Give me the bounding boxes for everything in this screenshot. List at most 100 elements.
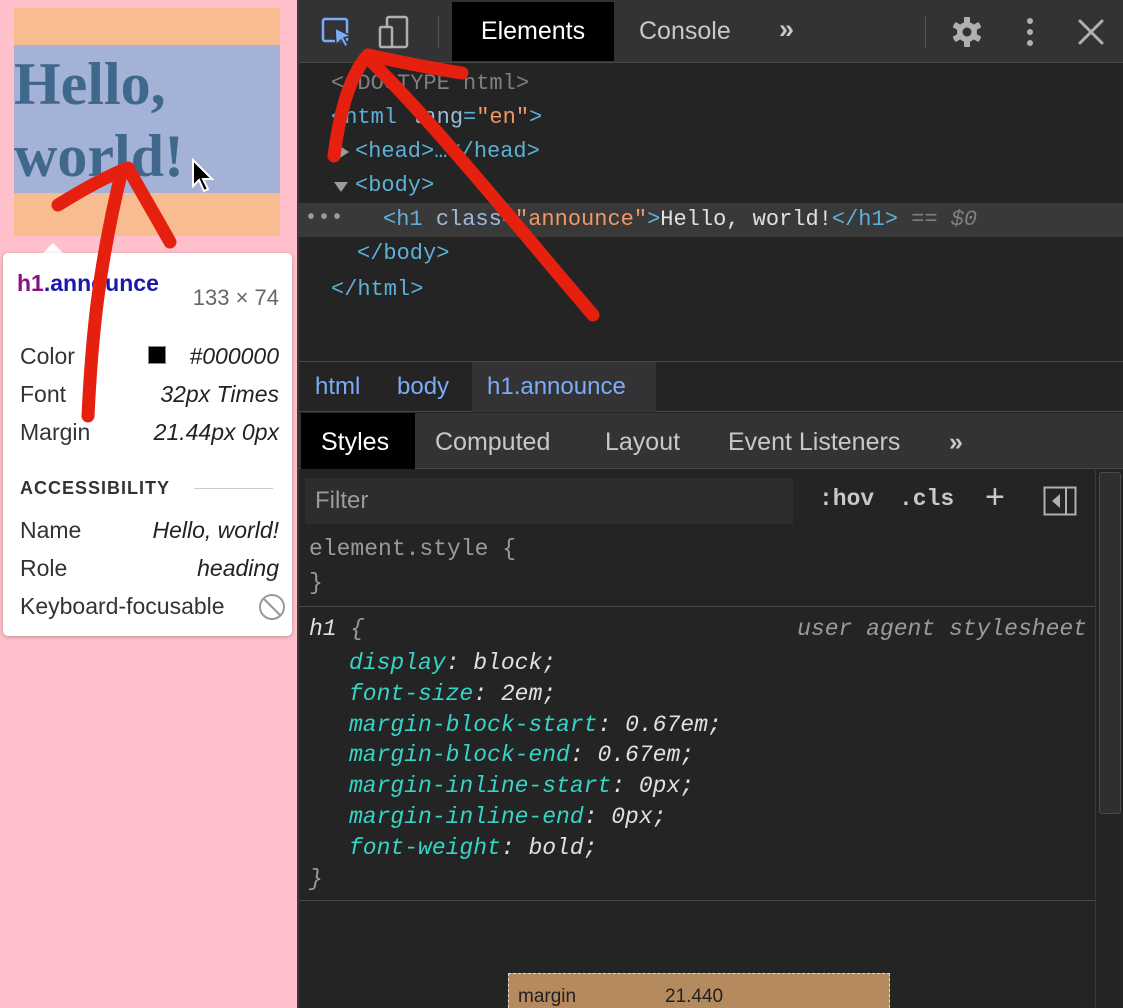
html-close-tag: </html> <box>331 277 424 302</box>
toolbar-divider <box>925 16 926 48</box>
tooltip-color-value: #000000 <box>189 343 279 369</box>
styles-scrollbar-thumb[interactable] <box>1099 472 1121 814</box>
body-open-tag: <body> <box>355 173 435 198</box>
tooltip-selector-tag: h1 <box>17 270 44 296</box>
more-subtabs-chevron-icon[interactable]: » <box>949 428 963 457</box>
tab-layout[interactable]: Layout <box>605 428 680 457</box>
dom-head-node[interactable]: <head>…</head> <box>355 139 540 164</box>
declaration-value: 2em <box>500 681 543 707</box>
h1-selector-text: h1 <box>309 616 337 642</box>
declaration-property: font-size <box>349 681 474 707</box>
dom-html-node[interactable]: <html lang="en"> <box>331 105 542 130</box>
not-focusable-icon <box>259 594 285 620</box>
toolbar-divider <box>438 16 439 48</box>
rule-divider <box>299 900 1095 901</box>
breadcrumb-body[interactable]: body <box>397 373 449 401</box>
selected-node-marker: == $0 <box>911 207 978 232</box>
breadcrumb-html[interactable]: html <box>315 373 360 401</box>
devtools-panel: Elements Console » <!DOCTYPE html> <html… <box>297 0 1123 1008</box>
tab-computed[interactable]: Computed <box>435 428 550 457</box>
styles-pane: element.style { } h1 { user agent styles… <box>299 532 1095 1008</box>
declaration-value: 0px <box>638 773 681 799</box>
node-actions-ellipsis[interactable]: ••• <box>305 207 344 230</box>
element-style-selector[interactable]: element.style { <box>309 536 516 562</box>
accessibility-divider <box>194 488 273 489</box>
tooltip-font-value: 32px Times <box>160 381 279 407</box>
breadcrumb-h1[interactable]: h1.announce <box>487 373 626 401</box>
accessibility-heading: ACCESSIBILITY <box>20 478 171 498</box>
dom-body-close[interactable]: </body> <box>357 241 449 266</box>
styles-subtabs: Styles Computed Layout Event Listeners » <box>299 413 1123 469</box>
html-attr-value: "en" <box>476 105 530 130</box>
close-icon[interactable] <box>1073 14 1109 50</box>
h1-open-tag: <h1 <box>383 207 423 232</box>
rule-source[interactable]: user agent stylesheet <box>797 616 1087 642</box>
declaration-property: margin-inline-start <box>349 773 612 799</box>
box-model-margin-value[interactable]: 21.440 <box>665 986 723 1008</box>
page-preview: Hello, world! h1.announce 133 × 74 Color… <box>0 0 297 1008</box>
toggle-sidebar-icon[interactable] <box>1043 486 1077 516</box>
declaration-value: 0.67em <box>625 712 708 738</box>
tab-styles[interactable]: Styles <box>321 428 389 457</box>
tab-console[interactable]: Console <box>639 17 731 46</box>
declaration-row[interactable]: font-size: 2em; <box>349 681 556 707</box>
dom-html-close[interactable]: </html> <box>331 277 423 302</box>
tooltip-size: 133 × 74 <box>192 285 279 310</box>
tooltip-name-value: Hello, world! <box>152 517 279 543</box>
dom-tree: <!DOCTYPE html> <html lang="en"> <head>…… <box>299 63 1123 361</box>
declaration-property: margin-inline-end <box>349 804 584 830</box>
breadcrumb: html body h1.announce <box>299 361 1123 412</box>
gear-icon[interactable] <box>949 14 985 50</box>
declaration-value: block <box>473 650 543 676</box>
kebab-menu-icon[interactable] <box>1012 14 1048 50</box>
h1-close-tag: </h1> <box>831 207 898 232</box>
declaration-property: font-weight <box>349 835 501 861</box>
mouse-pointer-icon <box>192 158 215 193</box>
rule-close-brace: } <box>309 866 323 892</box>
html-open-tag: <html <box>331 105 398 130</box>
dom-doctype[interactable]: <!DOCTYPE html> <box>331 71 529 96</box>
tooltip-margin-label: Margin <box>20 419 91 445</box>
filter-input[interactable] <box>305 478 793 524</box>
html-attr-name: lang <box>410 105 464 130</box>
dom-body-node[interactable]: <body> <box>355 173 434 198</box>
tooltip-selector-class: .announce <box>43 270 159 296</box>
declaration-row[interactable]: margin-inline-start: 0px; <box>349 773 694 799</box>
tooltip-font-label: Font <box>20 381 67 407</box>
more-tabs-chevron-icon[interactable]: » <box>779 14 794 45</box>
box-model-margin-label: margin <box>518 986 577 1007</box>
declaration-value: 0px <box>611 804 653 830</box>
declaration-row[interactable]: margin-inline-end: 0px; <box>349 804 666 830</box>
rule-divider <box>299 606 1095 607</box>
declaration-row[interactable]: margin-block-start: 0.67em; <box>349 712 722 738</box>
element-style-close: } <box>309 570 323 596</box>
color-swatch <box>148 346 166 364</box>
hover-state-button[interactable]: :hov <box>819 486 874 512</box>
expand-triangle-icon[interactable] <box>337 145 351 159</box>
head-collapsed-text: <head>…</head> <box>355 139 540 164</box>
body-close-tag: </body> <box>357 241 450 266</box>
tooltip-selector: h1.announce <box>17 268 167 298</box>
tab-event-listeners[interactable]: Event Listeners <box>728 428 900 457</box>
tooltip-name-label: Name <box>20 517 82 543</box>
tooltip-focusable-label: Keyboard-focusable <box>20 593 225 619</box>
declaration-property: margin-block-start <box>349 712 598 738</box>
tooltip-role-value: heading <box>197 555 279 581</box>
device-toolbar-icon[interactable] <box>377 14 413 50</box>
tooltip-color-label: Color <box>20 343 75 369</box>
dom-h1-node[interactable]: <h1 class="announce">Hello, world!</h1> … <box>383 207 977 232</box>
declaration-row[interactable]: margin-block-end: 0.67em; <box>349 742 694 768</box>
page-heading[interactable]: Hello, world! <box>14 48 280 192</box>
tooltip-role-label: Role <box>20 555 68 581</box>
declaration-row[interactable]: font-weight: bold; <box>349 835 597 861</box>
tab-elements[interactable]: Elements <box>452 2 614 61</box>
new-style-rule-button[interactable]: + <box>985 478 1005 517</box>
class-toggle-button[interactable]: .cls <box>899 486 954 512</box>
collapse-triangle-icon[interactable] <box>333 180 349 194</box>
h1-rule-selector[interactable]: h1 { <box>309 616 364 642</box>
rule-open-brace: { <box>336 616 365 642</box>
declaration-property: display <box>349 650 446 676</box>
devtools-toolbar: Elements Console » <box>299 0 1123 63</box>
declaration-row[interactable]: display: block; <box>349 650 556 676</box>
inspect-element-icon[interactable] <box>319 14 355 50</box>
